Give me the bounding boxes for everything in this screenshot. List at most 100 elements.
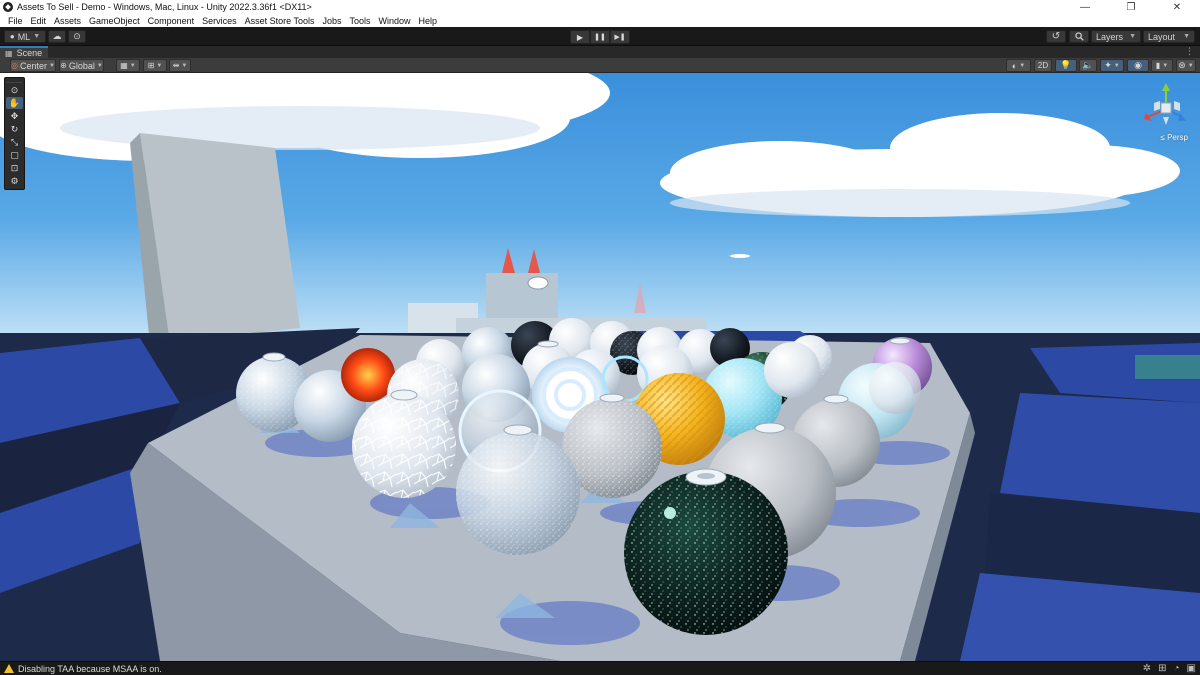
restore-button[interactable]: ❐ [1108,0,1154,14]
account-label: ML [17,31,31,42]
menu-jobs[interactable]: Jobs [319,16,346,26]
increment-snapping-dropdown[interactable]: ⇹ ▼ [169,59,191,72]
transform-tool[interactable]: ⊡ [6,162,23,174]
custom-tool-icon: ⚙ [10,175,19,186]
audio-toggle[interactable]: 🔈 [1079,59,1097,72]
layers-label: Layers [1096,31,1124,42]
main-toolbar: ● ML ▼ ☁ ⊙ ▶ ❚❚ ▶❚ ↺ Layers ▼ Layout ▼ [0,27,1200,46]
pause-icon: ❚❚ [594,34,606,41]
menu-help[interactable]: Help [415,16,442,26]
step-button[interactable]: ▶❚ [610,30,630,44]
custom-tool[interactable]: ⚙ [6,175,23,187]
view-tool[interactable]: ⊙ [6,84,23,96]
scene-viewport[interactable]: ⊙ ✋ ✥ ↻ ⤡ ▢ ⊡ ⚙ ≤ Persp [0,73,1200,661]
menu-tools[interactable]: Tools [346,16,375,26]
scene-visibility-toggle[interactable]: ◉ [1127,59,1149,72]
menu-assets[interactable]: Assets [50,16,85,26]
play-icon: ▶ [576,32,584,42]
cloud-button[interactable]: ☁ [48,30,66,43]
mode-2d-toggle[interactable]: 2D [1034,59,1052,72]
chevron-down-icon: ▼ [181,62,188,69]
globe-icon: ⊕ [60,61,67,70]
chevron-down-icon: ▼ [1183,33,1190,40]
gizmos-dropdown[interactable]: ⊛ ▼ [1176,59,1196,72]
move-tool[interactable]: ✥ [6,110,23,122]
light-bulb-icon: 💡 [1060,60,1072,70]
axis-gizmo-icon [1144,83,1186,125]
undo-history-button[interactable]: ↺ [1046,30,1066,43]
scale-tool[interactable]: ⤡ [6,136,23,148]
projection-label[interactable]: ≤ Persp [1160,133,1188,142]
play-button[interactable]: ▶ [570,30,590,44]
chevron-down-icon: ▼ [1162,62,1169,69]
palette-grip[interactable] [7,78,22,83]
progress-icon[interactable]: ◔ [1174,663,1180,674]
cloud-icon: ☁ [52,31,62,41]
collab-button[interactable]: ⊙ [68,30,86,43]
orientation-gizmo[interactable] [1138,79,1194,141]
rotate-icon: ↻ [10,123,19,134]
increment-snap-icon: ⇹ [172,61,180,70]
cache-server-icon[interactable]: ⊞ [1158,663,1166,674]
grid-icon: ▦ [120,61,128,70]
mode-2d-label: 2D [1037,61,1049,70]
move-arrows-icon: ✥ [10,110,19,121]
menu-services[interactable]: Services [198,16,241,26]
pivot-mode-dropdown[interactable]: ◎ Center ▼ [10,59,56,72]
pivot-mode-label: Center [20,60,48,71]
menu-gameobject[interactable]: GameObject [85,16,144,26]
view-tool-icon: ⊙ [10,84,19,95]
search-button[interactable] [1069,30,1089,43]
menu-window[interactable]: Window [375,16,415,26]
account-icon: ● [9,32,15,41]
scale-icon: ⤡ [10,136,19,147]
pause-button[interactable]: ❚❚ [590,30,610,44]
chevron-down-icon: ▼ [1129,33,1136,40]
rect-tool[interactable]: ▢ [6,149,23,161]
status-message[interactable]: Disabling TAA because MSAA is on. [18,664,162,674]
history-icon: ↺ [1051,31,1061,42]
scene-view-toolbar: ◎ Center ▼ ⊕ Global ▼ ▦ ▼ ⊞ ▼ ⇹ ▼ ◐ ▼ 2D 💡 🔈… [0,58,1200,73]
camera-settings-dropdown[interactable]: ▮ ▼ [1151,59,1173,72]
search-icon [1074,32,1084,41]
play-controls: ▶ ❚❚ ▶❚ [570,30,630,44]
tab-scene-label: Scene [16,48,43,58]
snap-grid-icon: ⊞ [147,61,155,70]
chevron-down-icon: ▼ [96,62,103,69]
minimize-button[interactable]: — [1062,0,1108,14]
effects-dropdown[interactable]: ✦ ▼ [1100,59,1124,72]
pivot-rotation-dropdown[interactable]: ⊕ Global ▼ [59,59,104,72]
unity-logo-icon [3,2,13,12]
lighting-toggle[interactable]: 💡 [1055,59,1077,72]
status-icons: ✲ ⊞ ◔ ▣ [1143,663,1196,674]
grid-snapping-dropdown[interactable]: ⊞ ▼ [143,59,167,72]
rotate-tool[interactable]: ↻ [6,123,23,135]
chevron-down-icon: ▼ [129,62,136,69]
draw-mode-dropdown[interactable]: ◐ ▼ [1006,59,1031,72]
account-dropdown[interactable]: ● ML ▼ [4,30,46,43]
menu-file[interactable]: File [4,16,27,26]
grid-visibility-dropdown[interactable]: ▦ ▼ [116,59,140,72]
window-title: Assets To Sell - Demo - Windows, Mac, Li… [17,2,312,12]
menu-component[interactable]: Component [144,16,199,26]
tab-options-icon[interactable]: ⋮ [1185,46,1194,57]
bug-icon[interactable]: ✲ [1143,663,1151,674]
chevron-down-icon: ▼ [33,33,41,40]
hidden-eye-icon: ◉ [1134,60,1142,70]
layout-dropdown[interactable]: Layout ▼ [1143,30,1195,43]
tab-scene[interactable]: ▦ Scene [0,46,48,58]
close-button[interactable]: ✕ [1154,0,1200,14]
gizmo-globe-icon: ⊛ [1178,60,1186,70]
chevron-down-icon: ▼ [1187,62,1194,69]
scene-render [0,73,1200,661]
collab-icon: ⊙ [73,31,81,41]
speaker-icon: 🔈 [1082,60,1094,70]
hand-tool[interactable]: ✋ [6,97,23,109]
notifications-icon[interactable]: ▣ [1187,663,1196,674]
scene-grid-icon: ▦ [5,48,13,58]
layers-dropdown[interactable]: Layers ▼ [1091,30,1141,43]
menu-asset-store-tools[interactable]: Asset Store Tools [241,16,319,26]
menu-edit[interactable]: Edit [27,16,51,26]
shaded-sphere-icon: ◐ [1011,60,1018,71]
window-titlebar: Assets To Sell - Demo - Windows, Mac, Li… [0,0,1200,14]
